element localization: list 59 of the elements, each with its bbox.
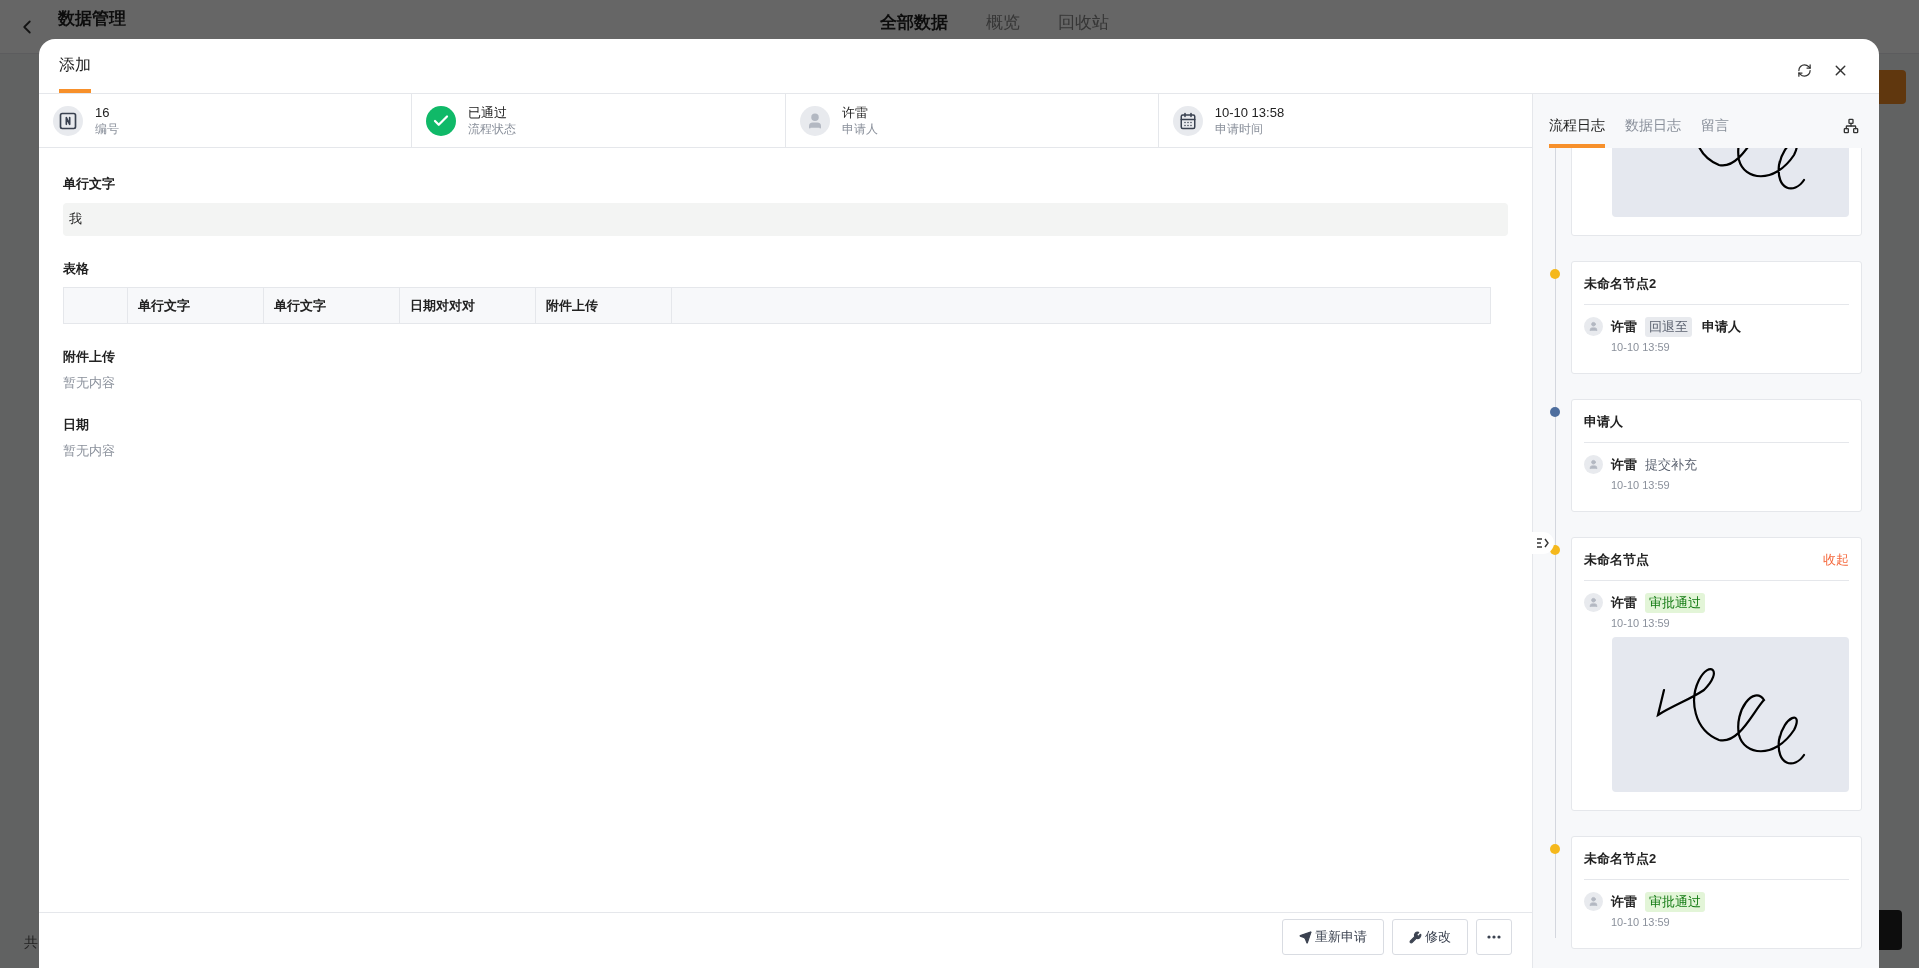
column-header: 日期对对对 — [400, 288, 536, 323]
summary-value: 16 — [95, 103, 111, 121]
node-title: 未命名节点2 — [1584, 850, 1657, 868]
reapply-button[interactable]: 重新申请 — [1282, 919, 1384, 955]
log-time: 10-10 13:59 — [1611, 477, 1671, 493]
more-icon — [1487, 935, 1501, 939]
refresh-icon[interactable] — [1797, 63, 1812, 78]
person-name: 许雷 — [1611, 317, 1637, 336]
check-icon — [426, 105, 457, 136]
action-tag: 提交补充 — [1645, 454, 1697, 475]
column-header: 单行文字 — [128, 288, 264, 323]
summary-label: 申请时间 — [1214, 120, 1264, 138]
total-count: 共 — [24, 933, 38, 952]
person-name: 许雷 — [1611, 892, 1637, 911]
node-title: 申请人 — [1584, 413, 1623, 431]
dialog-tab[interactable]: 添加 — [59, 53, 91, 93]
target-name: 申请人 — [1702, 317, 1741, 336]
field-label: 附件上传 — [63, 348, 116, 366]
log-tab[interactable]: 留言 — [1701, 115, 1729, 148]
column-header: 单行文字 — [264, 288, 400, 323]
calendar-icon — [1172, 105, 1203, 136]
node-title: 未命名节点2 — [1584, 275, 1657, 293]
panel-toggle-icon[interactable] — [1532, 532, 1554, 554]
log-tab[interactable]: 数据日志 — [1625, 115, 1681, 148]
avatar-icon — [1584, 892, 1603, 911]
send-icon — [1299, 930, 1312, 944]
avatar-icon — [1584, 455, 1603, 474]
column-header: 附件上传 — [536, 288, 672, 323]
page-title: 数据管理 — [58, 7, 126, 30]
page-tab[interactable]: 全部数据 — [880, 9, 948, 36]
log-time: 10-10 13:59 — [1611, 615, 1671, 631]
empty-text: 暂无内容 — [63, 373, 116, 392]
avatar-icon — [799, 105, 830, 136]
action-tag: 审批通过 — [1645, 891, 1705, 912]
person-name: 许雷 — [1611, 593, 1637, 612]
person-name: 许雷 — [1611, 455, 1637, 474]
summary-value: 许雷 — [841, 103, 869, 121]
action-tag: 回退至 — [1645, 316, 1692, 337]
summary-label: 申请人 — [841, 120, 878, 138]
wrench-icon — [1409, 930, 1422, 944]
text-field[interactable]: 我 — [63, 202, 1508, 236]
empty-text: 暂无内容 — [63, 441, 116, 460]
flowchart-icon[interactable] — [1843, 118, 1859, 134]
node-title: 未命名节点 — [1584, 551, 1649, 569]
log-time: 10-10 13:59 — [1611, 914, 1671, 930]
log-time: 10-10 13:59 — [1611, 339, 1671, 355]
summary-value: 已通过 — [468, 103, 509, 121]
field-label: 单行文字 — [63, 175, 116, 193]
summary-label: 流程状态 — [468, 120, 517, 138]
field-label: 日期 — [63, 416, 90, 434]
summary-value: 10-10 13:58 — [1214, 103, 1285, 121]
action-tag: 审批通过 — [1645, 592, 1705, 613]
collapse-link[interactable]: 收起 — [1823, 550, 1849, 570]
number-icon — [53, 105, 83, 136]
field-label: 表格 — [63, 259, 90, 278]
avatar-icon — [1584, 593, 1603, 612]
avatar-icon — [1584, 317, 1603, 336]
edit-button[interactable]: 修改 — [1392, 919, 1468, 955]
summary-label: 编号 — [95, 120, 119, 138]
